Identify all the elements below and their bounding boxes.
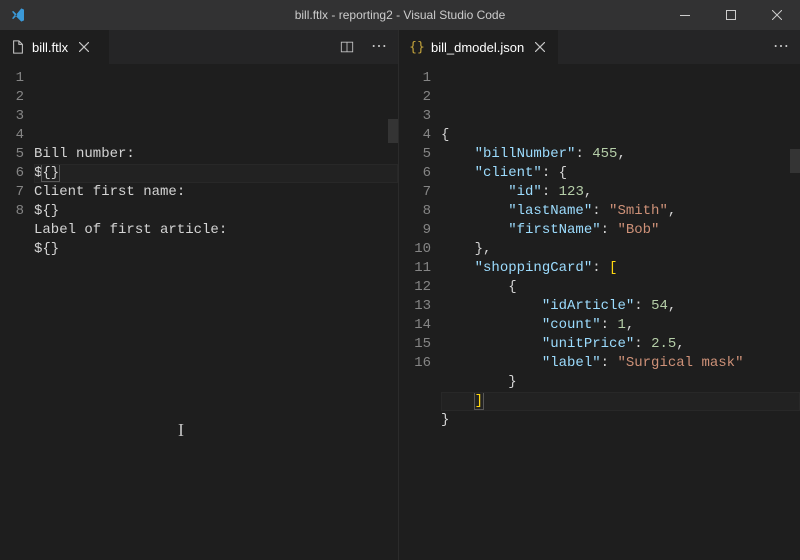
json-icon: {}: [409, 39, 425, 55]
vscode-icon: [0, 7, 35, 23]
close-button[interactable]: [754, 0, 800, 30]
maximize-button[interactable]: [708, 0, 754, 30]
line-number-gutter: 12345678: [0, 65, 34, 560]
tab-bill-ftlx[interactable]: bill.ftlx: [0, 30, 110, 64]
workbench: bill.ftlx 12345678 Bill number:${}Client…: [0, 30, 800, 560]
minimap-slider[interactable]: [790, 149, 800, 173]
tab-bar: bill.ftlx: [0, 30, 398, 65]
tab-bill-dmodel-json[interactable]: {} bill_dmodel.json: [399, 30, 559, 64]
editor-body-right[interactable]: 12345678910111213141516 { "billNumber": …: [399, 65, 800, 560]
minimize-button[interactable]: [662, 0, 708, 30]
editor-actions: [328, 30, 398, 64]
close-icon[interactable]: [532, 39, 548, 55]
editor-body-left[interactable]: 12345678 Bill number:${}Client first nam…: [0, 65, 398, 560]
window-controls: [662, 0, 800, 30]
tab-bar: {} bill_dmodel.json: [399, 30, 800, 65]
minimap-slider[interactable]: [388, 119, 398, 143]
editor-group-left: bill.ftlx 12345678 Bill number:${}Client…: [0, 30, 398, 560]
editor-group-right: {} bill_dmodel.json 12345678910111213141…: [399, 30, 800, 560]
more-actions-icon[interactable]: [772, 38, 790, 56]
more-actions-icon[interactable]: [370, 38, 388, 56]
file-icon: [10, 39, 26, 55]
line-number-gutter: 12345678910111213141516: [399, 65, 441, 560]
title-bar: bill.ftlx - reporting2 - Visual Studio C…: [0, 0, 800, 30]
split-editor-icon[interactable]: [338, 38, 356, 56]
editor-actions: [762, 30, 800, 64]
code-area-left[interactable]: Bill number:${}Client first name:${}Labe…: [34, 65, 398, 560]
tab-label: bill_dmodel.json: [431, 40, 524, 55]
tab-label: bill.ftlx: [32, 40, 68, 55]
code-area-right[interactable]: { "billNumber": 455, "client": { "id": 1…: [441, 65, 800, 560]
close-icon[interactable]: [76, 39, 92, 55]
